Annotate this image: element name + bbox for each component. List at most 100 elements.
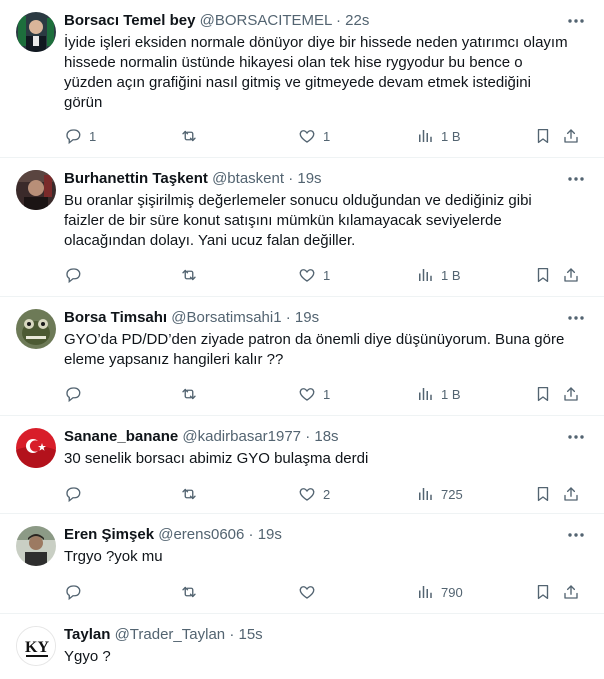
tweet-header: Burhanettin Taşkent @btaskent · 19s: [64, 169, 564, 189]
like-count: 2: [323, 486, 331, 502]
reply-button[interactable]: [64, 384, 89, 404]
retweet-button[interactable]: [180, 384, 205, 404]
views-button[interactable]: 790: [416, 582, 463, 602]
bookmark-button[interactable]: [534, 582, 552, 602]
views-icon: [419, 388, 432, 400]
timestamp[interactable]: 19s: [295, 309, 319, 326]
display-name[interactable]: Borsacı Temel bey: [64, 12, 195, 29]
username[interactable]: @btaskent: [212, 170, 284, 187]
username[interactable]: @erens0606: [158, 526, 244, 543]
share-icon: [564, 585, 578, 599]
avatar[interactable]: [16, 12, 56, 52]
action-bar: 2 725: [64, 484, 590, 504]
bookmark-icon: [537, 584, 549, 600]
views-button[interactable]: 1 B: [416, 126, 461, 146]
reply-button[interactable]: [64, 265, 89, 285]
timestamp[interactable]: 22s: [345, 12, 369, 29]
display-name[interactable]: Borsa Timsahı: [64, 309, 167, 326]
share-button[interactable]: [562, 484, 580, 504]
bookmark-button[interactable]: [534, 265, 552, 285]
avatar[interactable]: [16, 170, 56, 210]
bookmark-icon: [537, 128, 549, 144]
timestamp[interactable]: 18s: [314, 428, 338, 445]
views-count: 1 B: [441, 386, 461, 402]
views-icon: [419, 488, 432, 500]
timestamp[interactable]: 19s: [258, 526, 282, 543]
retweet-icon: [182, 388, 196, 400]
username[interactable]: @Trader_Taylan: [115, 626, 226, 643]
timestamp[interactable]: 15s: [238, 626, 262, 643]
retweet-button[interactable]: [180, 484, 205, 504]
share-icon: [564, 487, 578, 501]
display-name[interactable]: Eren Şimşek: [64, 526, 154, 543]
more-icon[interactable]: [566, 311, 586, 325]
tweet-text: Ygyo ?: [64, 648, 111, 665]
avatar[interactable]: [16, 526, 56, 566]
views-icon: [419, 586, 432, 598]
like-button[interactable]: 2: [298, 484, 330, 504]
share-button[interactable]: [562, 265, 580, 285]
retweet-button[interactable]: [180, 126, 205, 146]
avatar[interactable]: [16, 309, 56, 349]
bookmark-button[interactable]: [534, 484, 552, 504]
display-name[interactable]: Burhanettin Taşkent: [64, 170, 208, 187]
reply-button[interactable]: 1: [64, 126, 96, 146]
tweet-text: 30 senelik borsacı abimiz GYO bulaşma de…: [64, 450, 369, 467]
reply-icon: [66, 487, 81, 503]
reply-button[interactable]: [64, 484, 89, 504]
tweet-header: Borsa Timsahı @Borsatimsahi1 · 19s: [64, 308, 564, 328]
display-name[interactable]: Sanane_banane: [64, 428, 178, 445]
avatar-logo-text: KY: [25, 639, 49, 656]
avatar[interactable]: KY: [16, 626, 56, 666]
bookmark-button[interactable]: [534, 126, 552, 146]
views-button[interactable]: 1 B: [416, 265, 461, 285]
retweet-button[interactable]: [180, 265, 205, 285]
username[interactable]: @BORSACITEMEL: [200, 12, 332, 29]
share-icon: [564, 268, 578, 282]
separator-dot: ·: [336, 12, 341, 29]
action-bar: 790: [64, 582, 590, 602]
views-icon: [419, 130, 432, 142]
retweet-button[interactable]: [180, 582, 205, 602]
more-icon[interactable]: [566, 528, 586, 542]
tweet[interactable]: Burhanettin Taşkent @btaskent · 19s Bu o…: [0, 158, 604, 297]
share-icon: [564, 387, 578, 401]
share-button[interactable]: [562, 384, 580, 404]
timestamp[interactable]: 19s: [297, 170, 321, 187]
share-icon: [564, 129, 578, 143]
like-button[interactable]: 1: [298, 265, 330, 285]
reply-button[interactable]: [64, 582, 89, 602]
tweet-text: GYO’da PD/DD’den ziyade patron da önemli…: [64, 331, 565, 368]
views-button[interactable]: 1 B: [416, 384, 461, 404]
tweet[interactable]: Eren Şimşek @erens0606 · 19s Trgyo ?yok …: [0, 514, 604, 614]
like-button[interactable]: [298, 582, 323, 602]
retweet-icon: [182, 586, 196, 598]
like-count: 1: [323, 267, 331, 283]
like-button[interactable]: 1: [298, 384, 330, 404]
username[interactable]: @Borsatimsahi1: [171, 309, 281, 326]
tweet[interactable]: Borsacı Temel bey @BORSACITEMEL · 22s İy…: [0, 0, 604, 158]
views-count: 1 B: [441, 128, 461, 144]
tweet[interactable]: Sanane_banane @kadirbasar1977 · 18s 30 s…: [0, 416, 604, 514]
more-icon[interactable]: [566, 172, 586, 186]
more-icon[interactable]: [566, 14, 586, 28]
share-button[interactable]: [562, 126, 580, 146]
action-bar: 1 1 1 B: [64, 126, 590, 146]
avatar[interactable]: [16, 428, 56, 468]
bookmark-button[interactable]: [534, 384, 552, 404]
retweet-icon: [182, 269, 196, 281]
tweet[interactable]: Borsa Timsahı @Borsatimsahi1 · 19s GYO’d…: [0, 297, 604, 416]
more-icon[interactable]: [566, 430, 586, 444]
views-button[interactable]: 725: [416, 484, 463, 504]
reply-feed: Borsacı Temel bey @BORSACITEMEL · 22s İy…: [0, 0, 604, 679]
tweet[interactable]: KY Taylan @Trader_Taylan · 15s Ygyo ?: [0, 614, 604, 679]
share-button[interactable]: [562, 582, 580, 602]
tweet-text: Trgyo ?yok mu: [64, 548, 163, 565]
separator-dot: ·: [248, 526, 254, 543]
username[interactable]: @kadirbasar1977: [182, 428, 301, 445]
like-button[interactable]: 1: [298, 126, 330, 146]
tweet-header: Sanane_banane @kadirbasar1977 · 18s: [64, 427, 564, 447]
heart-icon: [299, 269, 315, 282]
display-name[interactable]: Taylan: [64, 626, 110, 643]
heart-icon: [299, 388, 315, 401]
